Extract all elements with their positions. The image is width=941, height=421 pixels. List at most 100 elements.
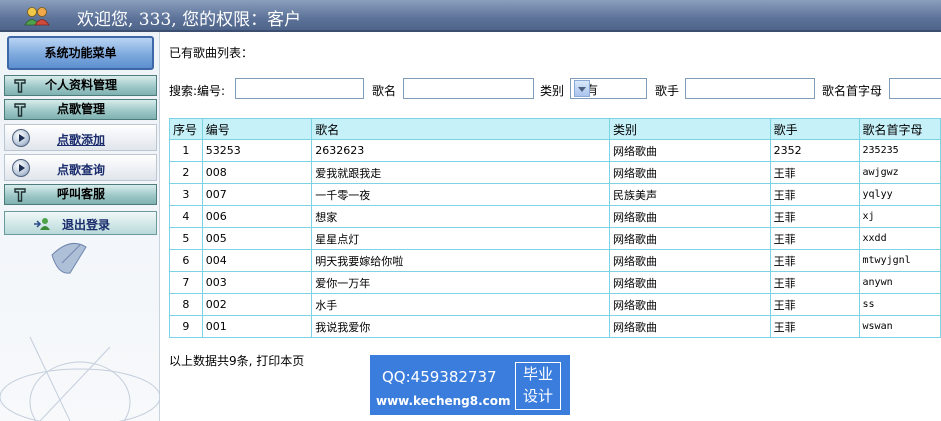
- column-header: 歌名: [311, 118, 610, 140]
- table-cell: 001: [201, 315, 313, 338]
- menu-title: 系统功能菜单: [7, 36, 154, 70]
- column-header: 歌手: [769, 118, 860, 140]
- watermark-box-line: 设计: [522, 387, 553, 405]
- table-cell: 明天我要嫁给你啦: [311, 249, 610, 272]
- table-cell: 3: [169, 183, 203, 206]
- table-row: 4 006 想家 网络歌曲 王菲 xj: [169, 205, 941, 228]
- table-cell: 007: [201, 183, 313, 206]
- table-cell: 5: [169, 227, 203, 250]
- song-name-input[interactable]: [403, 78, 534, 99]
- category-select[interactable]: 所有: [570, 78, 647, 99]
- table-cell: 王菲: [769, 205, 860, 228]
- table-cell: xj: [858, 205, 941, 228]
- table-cell: 005: [201, 227, 313, 250]
- sidebar-item-add-song[interactable]: 点歌添加: [4, 124, 157, 151]
- table-cell: 004: [201, 249, 313, 272]
- record-count-text: 以上数据共9条, 打印本页: [169, 354, 305, 368]
- table-cell: 53253: [201, 139, 313, 162]
- table-cell: 网络歌曲: [608, 161, 771, 184]
- table-cell: 235235: [858, 139, 941, 162]
- table-cell: 网络歌曲: [608, 315, 771, 338]
- tool-icon: [14, 188, 26, 202]
- arrow-circle-icon: [12, 129, 30, 147]
- table-cell: 民族美声: [608, 183, 771, 206]
- table-cell: 王菲: [769, 161, 860, 184]
- top-banner: 欢迎您, 333, 您的权限：客户: [0, 0, 941, 32]
- globe-decoration: [0, 242, 160, 421]
- id-input[interactable]: [235, 78, 364, 99]
- sidebar-section-profile[interactable]: 个人资料管理: [4, 75, 157, 96]
- table-header-row: 序号 编号 歌名 类别 歌手 歌名首字母: [169, 118, 941, 140]
- list-title: 已有歌曲列表：: [169, 46, 254, 60]
- table-cell: 1: [169, 139, 203, 162]
- column-header: 类别: [608, 118, 771, 140]
- sidebar-section-songs[interactable]: 点歌管理: [4, 99, 157, 120]
- table-row: 7 003 爱你一万年 网络歌曲 王菲 anywn: [169, 271, 941, 294]
- table-cell: 006: [201, 205, 313, 228]
- table-row: 9 001 我说我爱你 网络歌曲 王菲 wswan: [169, 315, 941, 338]
- table-cell: awjgwz: [858, 161, 941, 184]
- table-cell: 003: [201, 271, 313, 294]
- table-cell: 水手: [311, 293, 610, 316]
- table-cell: 王菲: [769, 227, 860, 250]
- table-cell: 008: [201, 161, 313, 184]
- table-cell: ss: [858, 293, 941, 316]
- table-cell: 网络歌曲: [608, 227, 771, 250]
- table-cell: 爱你一万年: [311, 271, 610, 294]
- table-cell: 4: [169, 205, 203, 228]
- table-row: 8 002 水手 网络歌曲 王菲 ss: [169, 293, 941, 316]
- song-name-label: 歌名: [372, 84, 397, 98]
- search-id-label: 搜索:编号:: [169, 84, 226, 98]
- search-bar: 搜索:编号: 歌名 类别 所有 歌手 歌名首字母: [169, 78, 941, 100]
- table-cell: 2632623: [311, 139, 610, 162]
- sidebar-item-label: 点歌查询: [57, 163, 106, 177]
- songs-table: 序号 编号 歌名 类别 歌手 歌名首字母 1 53253 2632623 网络歌曲 23…: [169, 118, 941, 338]
- sidebar-section-label: 点歌管理: [57, 102, 106, 116]
- table-cell: 王菲: [769, 315, 860, 338]
- table-cell: 爱我就跟我走: [311, 161, 610, 184]
- table-cell: 王菲: [769, 183, 860, 206]
- watermark-banner: QQ:459382737 www.kecheng8.com 毕业 设计: [370, 355, 570, 415]
- table-cell: anywn: [858, 271, 941, 294]
- initials-input[interactable]: [889, 78, 941, 99]
- table-cell: 9: [169, 315, 203, 338]
- table-cell: 网络歌曲: [608, 205, 771, 228]
- table-row: 6 004 明天我要嫁给你啦 网络歌曲 王菲 mtwyjgnl: [169, 249, 941, 272]
- table-cell: 星星点灯: [311, 227, 610, 250]
- initials-label: 歌名首字母: [822, 84, 883, 98]
- sidebar: 系统功能菜单 个人资料管理 点歌管理 点歌添加 点歌查询 呼叫客服 退出登录: [0, 32, 160, 421]
- table-cell: 2: [169, 161, 203, 184]
- table-cell: 2352: [769, 139, 860, 162]
- table-cell: wswan: [858, 315, 941, 338]
- sidebar-item-search-song[interactable]: 点歌查询: [4, 154, 157, 181]
- sidebar-section-label: 个人资料管理: [45, 78, 118, 92]
- sidebar-section-service[interactable]: 呼叫客服: [4, 184, 157, 205]
- table-cell: 网络歌曲: [608, 139, 771, 162]
- table-cell: 网络歌曲: [608, 249, 771, 272]
- table-cell: 我说我爱你: [311, 315, 610, 338]
- tool-icon: [14, 103, 26, 117]
- table-row: 1 53253 2632623 网络歌曲 2352 235235: [169, 139, 941, 162]
- singer-input[interactable]: [685, 78, 815, 99]
- singer-label: 歌手: [655, 84, 680, 98]
- table-cell: 6: [169, 249, 203, 272]
- tool-icon: [14, 79, 26, 93]
- watermark-box-line: 毕业: [522, 365, 553, 383]
- table-cell: 想家: [311, 205, 610, 228]
- table-cell: xxdd: [858, 227, 941, 250]
- table-row: 5 005 星星点灯 网络歌曲 王菲 xxdd: [169, 227, 941, 250]
- column-header: 序号: [169, 118, 203, 140]
- table-row: 3 007 一千零一夜 民族美声 王菲 yqlyy: [169, 183, 941, 206]
- sidebar-item-label: 点歌添加: [57, 133, 106, 147]
- welcome-text: 欢迎您, 333, 您的权限：客户: [77, 10, 302, 30]
- table-cell: yqlyy: [858, 183, 941, 206]
- table-cell: 7: [169, 271, 203, 294]
- table-cell: 王菲: [769, 293, 860, 316]
- arrow-circle-icon: [12, 159, 30, 177]
- table-body: 1 53253 2632623 网络歌曲 2352 235235 2 008 爱我就跟我走 网络歌…: [169, 139, 941, 338]
- watermark-url: www.kecheng8.com: [376, 394, 511, 408]
- chevron-down-icon[interactable]: [574, 80, 590, 97]
- category-label: 类别: [540, 84, 565, 98]
- watermark-box: 毕业 设计: [515, 362, 561, 410]
- table-cell: 王菲: [769, 249, 860, 272]
